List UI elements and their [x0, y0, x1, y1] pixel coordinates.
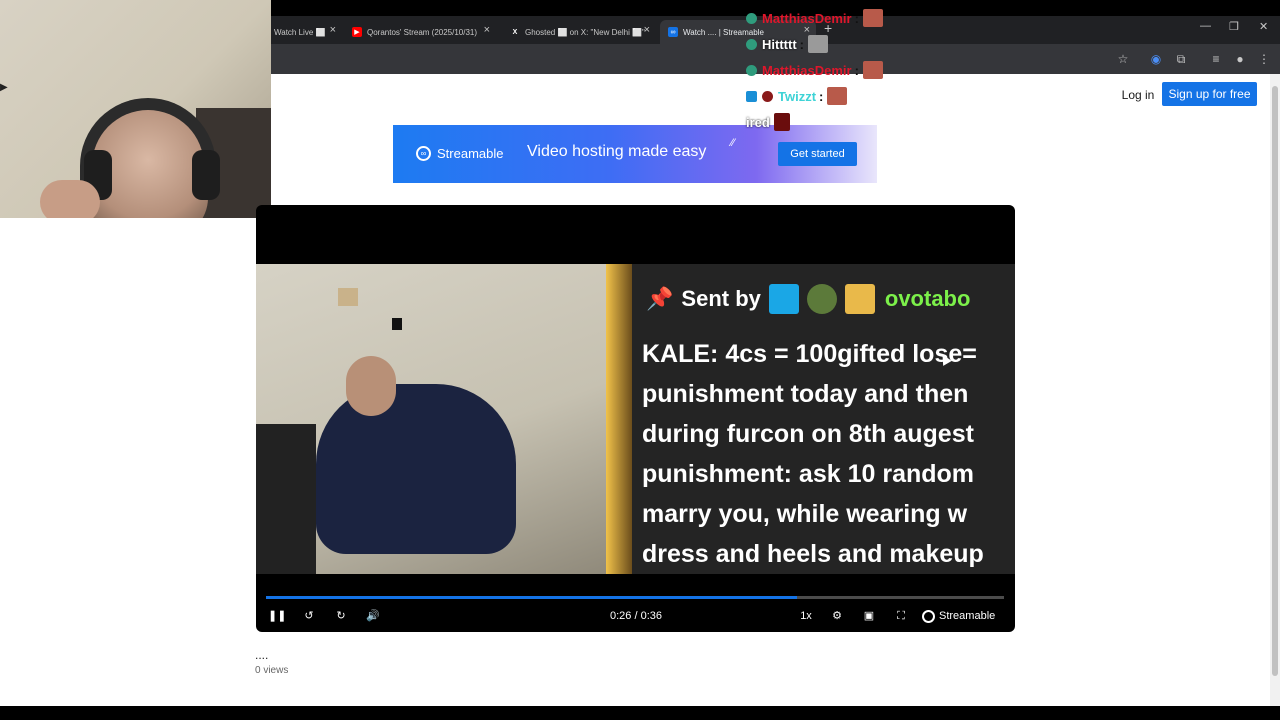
badge-icon [746, 12, 757, 24]
youtube-icon: ▶ [352, 27, 362, 37]
x-icon: X [510, 27, 520, 37]
chat-colon: : [854, 10, 859, 26]
badge-icon [746, 64, 757, 76]
cat-emote-icon [808, 35, 828, 53]
restore-icon[interactable]: ❐ [1229, 20, 1239, 33]
star-icon[interactable]: ☆ [1115, 51, 1131, 67]
video-person [316, 384, 516, 554]
alert-sent-by: Sent by [681, 286, 761, 311]
time-display: 0:26 / 0:36 [610, 610, 662, 622]
alert-message: KALE: 4cs = 100gifted lose= punishment t… [642, 340, 984, 568]
player-brand-label: Streamable [939, 610, 996, 622]
webcam-overlay: ▶ [0, 0, 271, 218]
view-count: 0 views [255, 665, 289, 676]
cube-badge-icon [746, 90, 757, 102]
hammer-badge-icon [768, 284, 799, 314]
extension-audio-icon[interactable]: ◉ [1148, 51, 1164, 67]
tab-x[interactable]: X Ghosted ⬜ on X: "New Delhi ⬜" × [502, 20, 656, 44]
chat-colon: : [819, 88, 824, 104]
gift-badge-icon [844, 284, 875, 314]
badge-icon [762, 90, 773, 102]
alert-sender-row: 📌 Sent by ovotabo [646, 284, 970, 314]
video-frame-camera [256, 264, 632, 574]
chat-username: Hittttt [762, 36, 797, 52]
emote-icon [773, 113, 790, 131]
bottom-black-bar [0, 706, 1280, 720]
tab-label: Ghosted ⬜ on X: "New Delhi ⬜" [525, 27, 645, 37]
close-window-icon[interactable]: ✕ [1259, 20, 1268, 33]
progress-fill [266, 596, 798, 599]
progress-bar[interactable] [266, 596, 1004, 599]
tab-youtube[interactable]: ▶ Qorantos' Stream (2025/10/31) × [344, 20, 496, 44]
puzzle-icon[interactable]: ⧉ [1173, 51, 1189, 67]
chat-message: Twizzt : [746, 86, 848, 106]
chat-username: MatthiasDemir [762, 10, 852, 26]
emote-icon [862, 9, 883, 27]
alert-username: ovotabo [884, 286, 971, 311]
banner-brand: Streamable [437, 146, 504, 161]
chat-message: Hittttt : [746, 34, 828, 54]
streamable-player-logo[interactable]: Streamable [922, 607, 1002, 625]
wall-mark [392, 318, 402, 330]
chat-username: MatthiasDemir [762, 62, 852, 78]
more-menu-icon[interactable]: ⋮ [1256, 51, 1272, 67]
banner-tagline: Video hosting made easy [527, 143, 707, 160]
pin-icon: 📌 [646, 286, 674, 311]
rewind-icon[interactable]: ↺ [300, 607, 318, 625]
tab-label: Watch Live ⬜ [274, 27, 326, 37]
minimize-icon[interactable]: — [1200, 20, 1211, 32]
streamable-icon: ∞ [668, 27, 678, 37]
emote-icon [827, 87, 848, 105]
fullscreen-icon[interactable]: ⛶ [892, 607, 910, 625]
chat-message: MatthiasDemir : [746, 8, 883, 28]
forward-icon[interactable]: ↻ [332, 607, 350, 625]
badge-icon [746, 38, 757, 50]
media-control-icon[interactable]: ≡ [1208, 51, 1224, 67]
profile-icon[interactable]: ● [1232, 51, 1248, 67]
signup-button[interactable]: Sign up for free [1162, 82, 1257, 106]
chat-overlay: MatthiasDemir : Hittttt : MatthiasDemir … [746, 8, 906, 136]
webcam-hand [40, 180, 100, 218]
video-donation-alert: 📌 Sent by ovotabo KALE: 4cs = 100gifted … [632, 264, 1015, 574]
screen: Watch Live ⬜ × ▶ Qorantos' Stream (2025/… [0, 0, 1280, 720]
settings-gear-icon[interactable]: ⚙ [828, 607, 846, 625]
chat-username: Twizzt [778, 88, 817, 104]
chat-message: MatthiasDemir : [746, 60, 883, 80]
speed-button[interactable]: 1x [796, 607, 816, 625]
tab-label: Qorantos' Stream (2025/10/31) [367, 27, 478, 37]
video-player[interactable]: 📌 Sent by ovotabo KALE: 4cs = 100gifted … [256, 205, 1015, 632]
login-link[interactable]: Log in [1116, 86, 1160, 104]
scrollbar-thumb[interactable] [1272, 86, 1278, 676]
chat-colon: : [854, 62, 859, 78]
banner-logo: ∞ Streamable [416, 146, 503, 161]
video-dark-area [256, 424, 316, 574]
close-icon[interactable]: × [330, 24, 336, 36]
tab-kick[interactable]: Watch Live ⬜ × [266, 20, 342, 44]
streamable-logo-icon: ∞ [416, 146, 431, 161]
streamable-logo-icon [922, 609, 935, 623]
caret-right-icon: ▶ [0, 82, 8, 93]
chat-message: ired [746, 112, 790, 132]
get-started-button[interactable]: Get started [778, 142, 857, 166]
headphone-cup [192, 150, 220, 200]
emote-icon [862, 61, 883, 79]
sparkle-icon: ⁄⁄ [731, 137, 735, 149]
wall-tape [338, 288, 358, 306]
close-icon[interactable]: × [644, 24, 650, 36]
picture-in-picture-icon[interactable]: ▣ [860, 607, 878, 625]
close-icon[interactable]: × [484, 24, 490, 36]
chat-colon: : [799, 36, 804, 52]
chat-username: ired [746, 114, 770, 130]
video-title: .... [255, 648, 269, 662]
volume-icon[interactable]: 🔊 [364, 607, 382, 625]
pause-icon[interactable]: ❚❚ [268, 607, 286, 625]
video-person-head [346, 356, 396, 416]
page-scrollbar[interactable] [1270, 74, 1280, 706]
alien-badge-icon [806, 284, 837, 314]
video-door [606, 264, 632, 574]
